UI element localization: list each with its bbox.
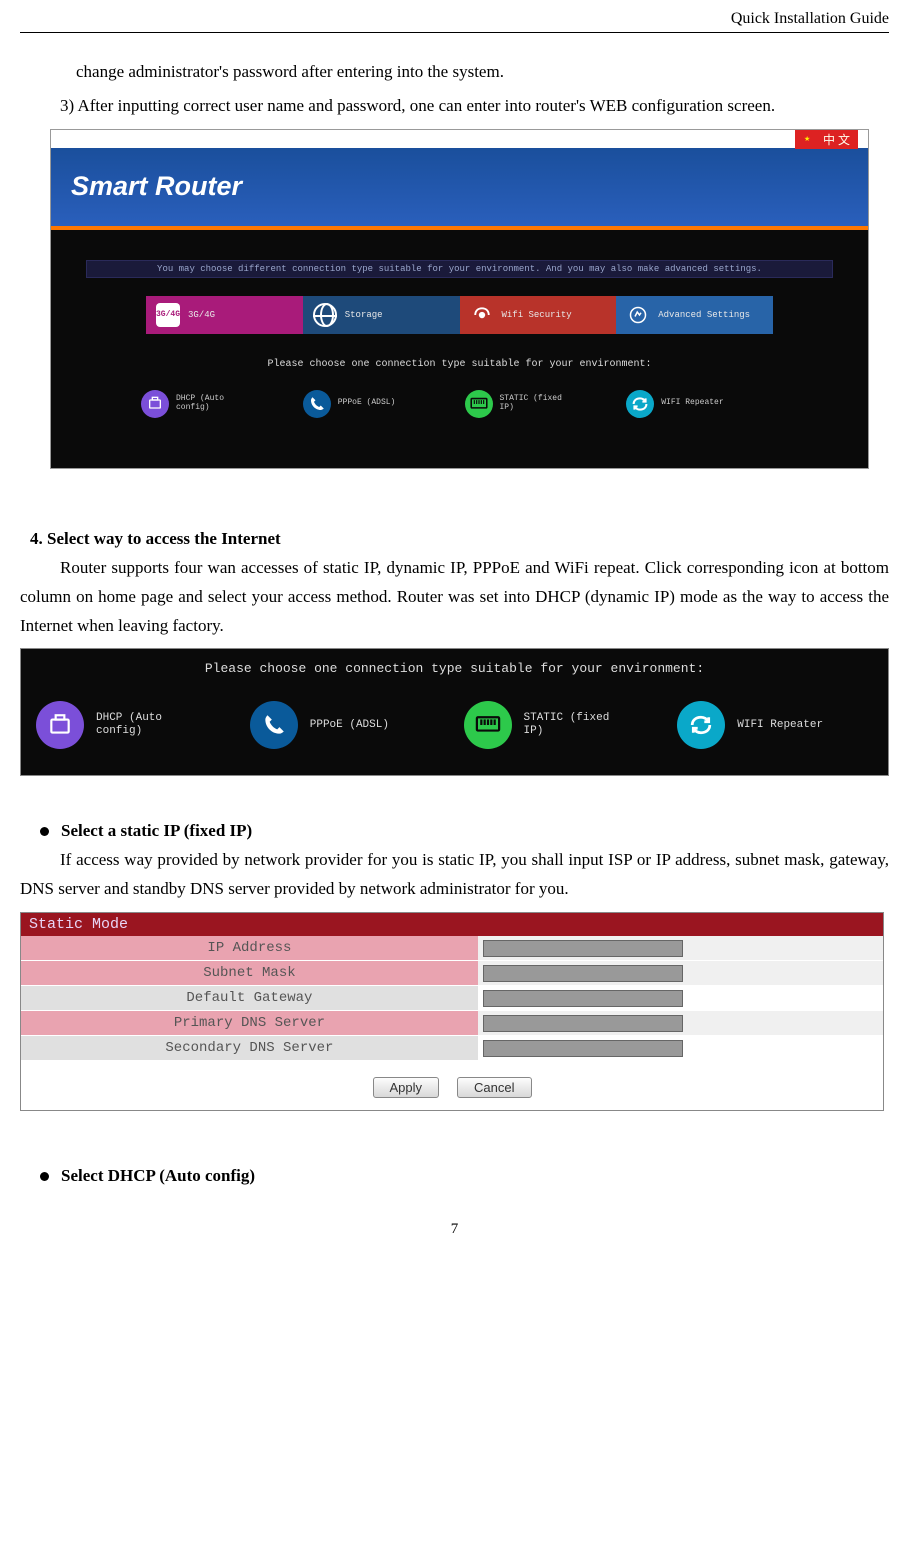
tab-3g4g-label: 3G/4G	[188, 310, 215, 320]
label-secondary-dns: Secondary DNS Server	[21, 1036, 478, 1060]
static-icon	[465, 390, 493, 418]
tab-storage[interactable]: Storage	[303, 296, 460, 334]
bullet-icon	[40, 827, 49, 836]
conn-repeater-label-small: WIFI Repeater	[661, 399, 723, 408]
language-label: 中 文	[823, 133, 850, 147]
apply-button[interactable]: Apply	[373, 1077, 440, 1098]
conn-pppoe-small[interactable]: PPPoE (ADSL)	[303, 390, 455, 418]
page-number: 7	[20, 1221, 889, 1238]
tab-advanced-label: Advanced Settings	[658, 310, 750, 320]
input-ip-address[interactable]	[483, 940, 683, 957]
connection-row-small: DHCP (Auto config) PPPoE (ADSL) STATIC (…	[141, 390, 778, 418]
connection-strip-screenshot: Please choose one connection type suitab…	[20, 648, 889, 776]
router-title: Smart Router	[71, 171, 242, 202]
label-subnet-mask: Subnet Mask	[21, 961, 478, 985]
conn-dhcp-label-small: DHCP (Auto config)	[176, 395, 224, 413]
china-flag-icon	[803, 136, 819, 147]
static-icon-large	[464, 701, 512, 749]
wifi-security-icon	[470, 303, 494, 327]
conn-static-small[interactable]: STATIC (fixed IP)	[465, 390, 617, 418]
input-subnet-mask[interactable]	[483, 965, 683, 982]
row-default-gateway: Default Gateway	[21, 986, 883, 1011]
page-header-title: Quick Installation Guide	[20, 10, 889, 28]
conn-pppoe-label: PPPoE (ADSL)	[310, 719, 389, 732]
conn-dhcp-label: DHCP (Auto config)	[96, 712, 162, 738]
input-secondary-dns[interactable]	[483, 1040, 683, 1057]
section-4-heading: 4. Select way to access the Internet	[30, 529, 889, 549]
router-title-bar: Smart Router	[51, 148, 868, 230]
bullet-dhcp: Select DHCP (Auto config)	[40, 1166, 889, 1186]
conn-pppoe[interactable]: PPPoE (ADSL)	[250, 701, 446, 749]
conn-dhcp-small[interactable]: DHCP (Auto config)	[141, 390, 293, 418]
dhcp-icon-large	[36, 701, 84, 749]
main-tabs: 3G/4G 3G/4G Storage Wifi Security Advanc…	[146, 296, 773, 334]
please-choose-text: Please choose one connection type suitab…	[21, 661, 888, 676]
row-subnet-mask: Subnet Mask	[21, 961, 883, 986]
cancel-button[interactable]: Cancel	[457, 1077, 531, 1098]
label-default-gateway: Default Gateway	[21, 986, 478, 1010]
pppoe-icon-large	[250, 701, 298, 749]
tab-advanced[interactable]: Advanced Settings	[616, 296, 773, 334]
intro-line2: 3) After inputting correct user name and…	[20, 92, 889, 121]
bullet-static-para: If access way provided by network provid…	[20, 846, 889, 904]
language-switch[interactable]: 中 文	[795, 130, 858, 149]
section-4-para: Router supports four wan accesses of sta…	[20, 554, 889, 641]
static-mode-header: Static Mode	[21, 913, 883, 936]
row-secondary-dns: Secondary DNS Server	[21, 1036, 883, 1061]
tab-3g4g[interactable]: 3G/4G 3G/4G	[146, 296, 303, 334]
conn-repeater[interactable]: WIFI Repeater	[677, 701, 873, 749]
instruction-banner: You may choose different connection type…	[86, 260, 833, 278]
conn-repeater-label: WIFI Repeater	[737, 719, 823, 732]
conn-static-label-small: STATIC (fixed IP)	[500, 395, 562, 413]
label-primary-dns: Primary DNS Server	[21, 1011, 478, 1035]
header-rule	[20, 32, 889, 33]
bullet-dhcp-heading: Select DHCP (Auto config)	[61, 1166, 255, 1186]
tab-wifi-security-label: Wifi Security	[502, 310, 572, 320]
router-home-screenshot: 中 文 Smart Router You may choose differen…	[50, 129, 869, 469]
please-choose-text-small: Please choose one connection type suitab…	[51, 359, 868, 370]
advanced-icon	[626, 303, 650, 327]
conn-repeater-small[interactable]: WIFI Repeater	[626, 390, 778, 418]
globe-icon	[313, 303, 337, 327]
label-ip-address: IP Address	[21, 936, 478, 960]
conn-static[interactable]: STATIC (fixed IP)	[464, 701, 660, 749]
bullet-static-heading: Select a static IP (fixed IP)	[61, 821, 252, 841]
row-ip-address: IP Address	[21, 936, 883, 961]
row-primary-dns: Primary DNS Server	[21, 1011, 883, 1036]
dhcp-icon	[141, 390, 169, 418]
tab-storage-label: Storage	[345, 310, 383, 320]
bullet-icon-2	[40, 1172, 49, 1181]
conn-dhcp[interactable]: DHCP (Auto config)	[36, 701, 232, 749]
intro-line1: change administrator's password after en…	[20, 58, 889, 87]
conn-pppoe-label-small: PPPoE (ADSL)	[338, 399, 396, 408]
static-mode-form-screenshot: Static Mode IP Address Subnet Mask Defau…	[20, 912, 884, 1111]
input-default-gateway[interactable]	[483, 990, 683, 1007]
input-primary-dns[interactable]	[483, 1015, 683, 1032]
bullet-static-ip: Select a static IP (fixed IP)	[40, 821, 889, 841]
repeater-icon	[626, 390, 654, 418]
pppoe-icon	[303, 390, 331, 418]
3g4g-icon: 3G/4G	[156, 303, 180, 327]
conn-static-label: STATIC (fixed IP)	[524, 712, 610, 738]
repeater-icon-large	[677, 701, 725, 749]
tab-wifi-security[interactable]: Wifi Security	[460, 296, 617, 334]
